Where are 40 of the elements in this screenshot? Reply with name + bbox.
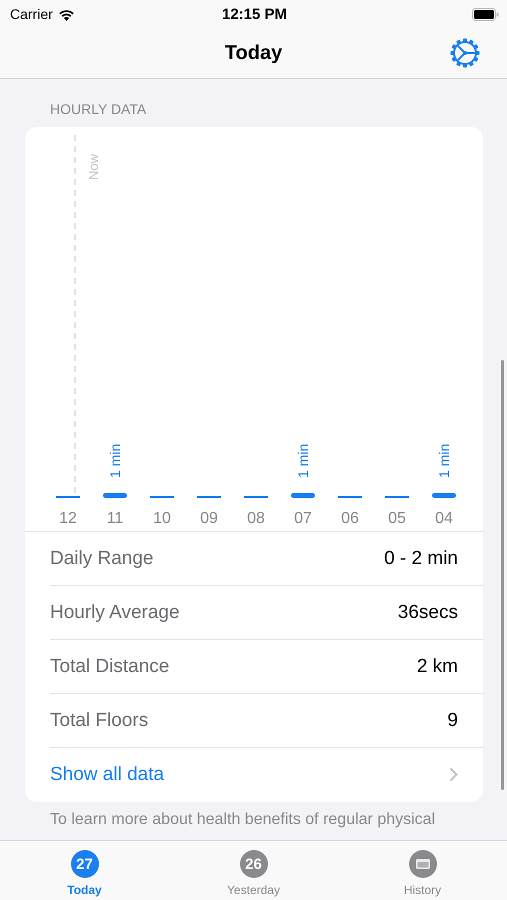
tab-button[interactable]: 27 Today bbox=[0, 841, 169, 900]
value-label: 1 min bbox=[436, 444, 452, 478]
battery-icon bbox=[472, 8, 500, 20]
stat-value: 0 - 2 min bbox=[384, 548, 458, 570]
show-all-link[interactable]: Show all data bbox=[50, 764, 449, 786]
clock-time: 12:15 PM bbox=[222, 6, 288, 22]
value-label: 1 min bbox=[295, 444, 311, 478]
chevron-icon bbox=[449, 767, 458, 782]
hour-label: 05 bbox=[388, 510, 406, 527]
bar bbox=[103, 493, 127, 498]
wifi-icon bbox=[58, 8, 75, 20]
screen-title: Today bbox=[224, 42, 282, 64]
stat-value: 2 km bbox=[416, 656, 458, 678]
tab-button[interactable]: History bbox=[338, 841, 507, 900]
settings-icon[interactable] bbox=[450, 38, 480, 68]
bar bbox=[291, 493, 315, 498]
hour-label: 10 bbox=[153, 510, 171, 527]
stat-label: Total Distance bbox=[50, 656, 170, 678]
hour-label: 06 bbox=[341, 510, 359, 527]
tab-button[interactable]: 26 Yesterday bbox=[169, 841, 338, 900]
date-badge: 26 bbox=[240, 850, 268, 878]
footnote-text: To learn more about health benefits of regular physical bbox=[50, 811, 436, 829]
stat-label: Hourly Average bbox=[50, 602, 181, 624]
now-label: Now bbox=[86, 154, 101, 180]
stat-value: 9 bbox=[447, 710, 458, 732]
hour-label: 09 bbox=[200, 510, 218, 527]
hour-label: 11 bbox=[106, 510, 124, 527]
carrier-label: Carrier bbox=[10, 6, 53, 22]
stat-label: Total Floors bbox=[50, 710, 150, 732]
hour-label: 04 bbox=[435, 510, 453, 527]
hour-label: 07 bbox=[294, 510, 312, 527]
show-all-row[interactable]: Show all data bbox=[50, 748, 483, 801]
date-badge: 27 bbox=[70, 850, 98, 878]
section-header: HOURLY DATA bbox=[50, 101, 148, 119]
bar bbox=[432, 493, 456, 498]
hour-label: 08 bbox=[247, 510, 265, 527]
stat-value: 36secs bbox=[398, 602, 458, 624]
value-label: 1 min bbox=[107, 444, 123, 478]
hour-label: 12 bbox=[59, 510, 77, 527]
stat-label: Daily Range bbox=[50, 548, 154, 570]
